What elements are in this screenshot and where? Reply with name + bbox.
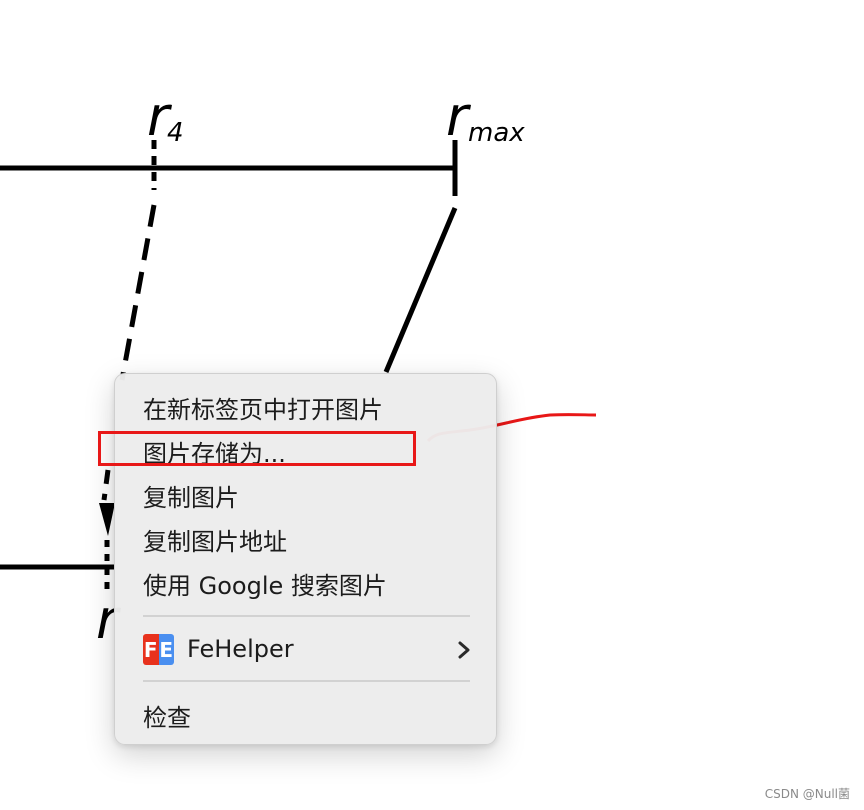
menu-item-copy-image[interactable]: 复制图片 <box>143 477 239 513</box>
solid-projection-line <box>383 207 458 373</box>
menu-item-inspect[interactable]: 检查 <box>143 697 191 733</box>
rmax-label: r <box>446 85 469 148</box>
dashed-projection-line <box>119 204 157 381</box>
menu-item-search-image-google[interactable]: 使用 Google 搜索图片 <box>143 565 387 601</box>
r4-label: r <box>147 85 170 148</box>
chevron-right-icon[interactable] <box>453 638 475 662</box>
context-menu: 在新标签页中打开图片 图片存储为... 复制图片 复制图片地址 使用 Googl… <box>114 373 497 745</box>
menu-separator <box>143 680 470 682</box>
fehelper-icon: F E <box>143 634 174 665</box>
menu-separator <box>143 615 470 617</box>
watermark: CSDN @Null菌 <box>764 787 850 801</box>
red-highlight-box <box>98 431 416 466</box>
menu-item-copy-image-address[interactable]: 复制图片地址 <box>143 521 287 557</box>
dashed-projection-line-lower <box>101 469 111 501</box>
rmax-subscript: max <box>468 118 525 148</box>
screen: r 4 r max r 在新标签页中打开图片 图片存储为... 复制图片 复制图… <box>0 0 864 810</box>
menu-item-fehelper[interactable]: FeHelper <box>187 631 294 667</box>
menu-item-open-image-new-tab[interactable]: 在新标签页中打开图片 <box>143 389 383 425</box>
r4-subscript: 4 <box>167 118 184 148</box>
arrow-head <box>99 503 115 536</box>
